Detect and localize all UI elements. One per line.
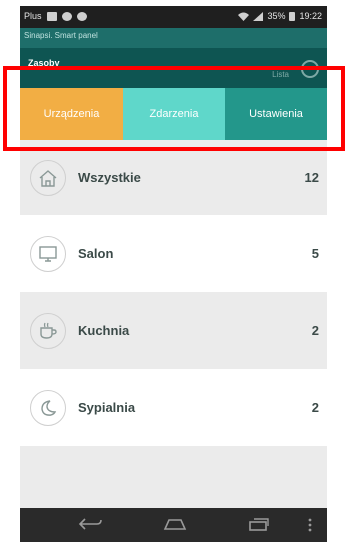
- list-item-count: 12: [304, 170, 319, 185]
- list-item-count: 2: [311, 400, 319, 415]
- battery-percent: 35%: [267, 11, 286, 21]
- signal-icon: [253, 11, 264, 21]
- list-item-label: Salon: [78, 246, 114, 261]
- status-bar: Plus 35% 19:22: [20, 6, 327, 28]
- home-button-icon[interactable]: [161, 516, 189, 532]
- list-item-count: 2: [311, 323, 319, 338]
- tv-icon: [30, 235, 66, 272]
- battery-icon: [289, 11, 296, 21]
- wifi-icon: [238, 12, 250, 21]
- app-subtitle: Sinapsi. Smart panel: [24, 31, 98, 40]
- app-notification-icon: [61, 11, 72, 21]
- list-item-label: Sypialnia: [78, 400, 136, 415]
- room-list: Wszystkie 12 Salon 5 Kuchnia 2 Sypialnia…: [20, 140, 327, 446]
- android-nav-bar: [20, 508, 327, 542]
- coffee-cup-icon: [30, 312, 66, 349]
- highlight-frame: [3, 66, 345, 151]
- list-item-wszystkie[interactable]: Wszystkie 12: [20, 140, 327, 215]
- recent-apps-icon[interactable]: [248, 516, 270, 532]
- carrier-label: Plus: [24, 11, 42, 21]
- image-notification-icon: [46, 11, 57, 21]
- list-item-kuchnia[interactable]: Kuchnia 2: [20, 292, 327, 369]
- list-item-label: Wszystkie: [78, 170, 141, 185]
- list-item-sypialnia[interactable]: Sypialnia 2: [20, 369, 327, 446]
- status-time: 19:22: [299, 11, 322, 21]
- back-icon[interactable]: [77, 516, 103, 532]
- list-item-label: Kuchnia: [78, 323, 130, 338]
- home-icon: [30, 159, 66, 196]
- list-item-count: 5: [311, 246, 319, 261]
- globe-notification-icon: [76, 11, 87, 21]
- list-item-salon[interactable]: Salon 5: [20, 215, 327, 292]
- moon-icon: [30, 389, 66, 426]
- overflow-menu-icon[interactable]: [308, 518, 312, 532]
